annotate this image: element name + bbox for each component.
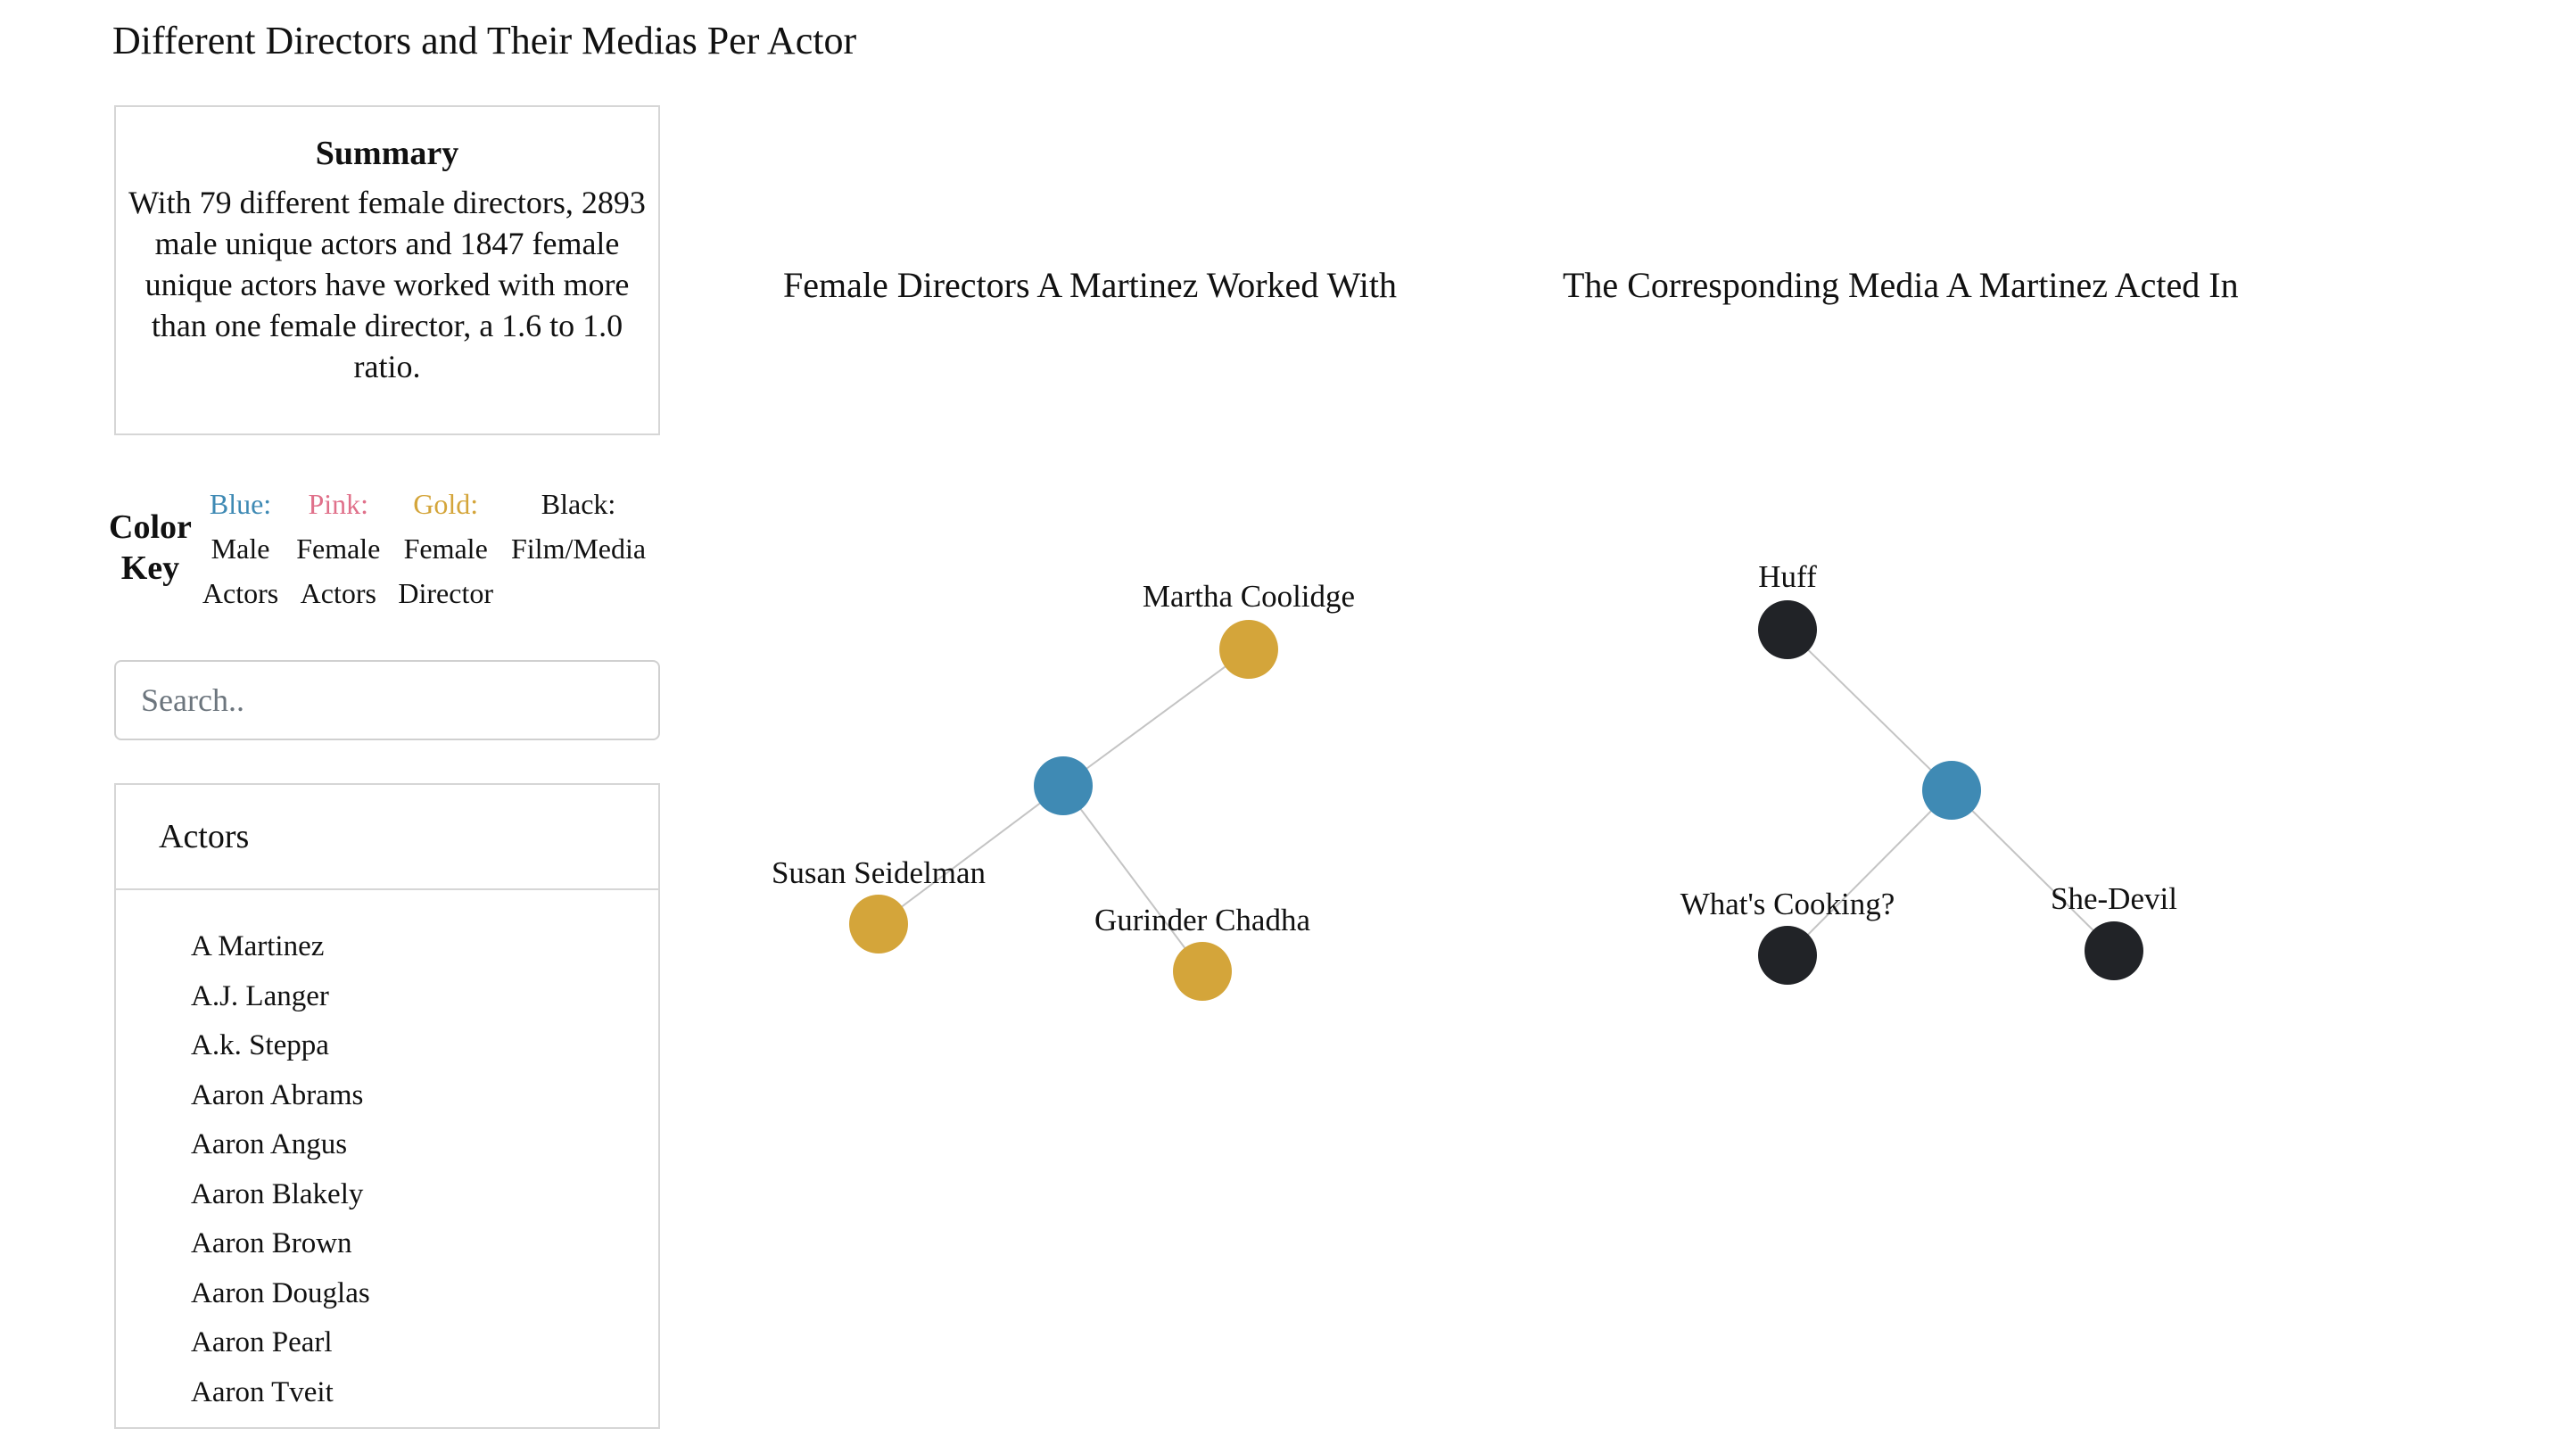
directors-graph-edge bbox=[1062, 785, 1203, 972]
actor-node[interactable] bbox=[1922, 761, 1981, 820]
media-node[interactable] bbox=[1758, 926, 1817, 985]
media-graph-edge bbox=[1951, 789, 2115, 952]
media-graph-edge bbox=[1787, 789, 1953, 956]
director-node-label: Susan Seidelman bbox=[772, 855, 986, 890]
network-graphs: Martha Coolidge Susan Seidelman Gurinder… bbox=[772, 559, 2177, 1001]
media-graph: Huff What's Cooking? She-Devil bbox=[1680, 559, 2177, 985]
director-node-label: Gurinder Chadha bbox=[1094, 903, 1310, 937]
media-node[interactable] bbox=[1758, 600, 1817, 659]
media-node-label: What's Cooking? bbox=[1680, 887, 1895, 921]
media-node-label: Huff bbox=[1758, 559, 1817, 594]
media-graph-edge bbox=[1787, 629, 1953, 791]
director-node[interactable] bbox=[849, 895, 908, 954]
director-node-label: Martha Coolidge bbox=[1143, 579, 1355, 614]
director-node[interactable] bbox=[1173, 942, 1232, 1001]
directors-graph: Martha Coolidge Susan Seidelman Gurinder… bbox=[772, 579, 1355, 1001]
actor-node[interactable] bbox=[1034, 756, 1093, 815]
director-node[interactable] bbox=[1219, 620, 1278, 679]
media-node[interactable] bbox=[2085, 921, 2143, 980]
media-node-label: She-Devil bbox=[2051, 881, 2177, 916]
directors-graph-edge bbox=[1062, 648, 1250, 787]
